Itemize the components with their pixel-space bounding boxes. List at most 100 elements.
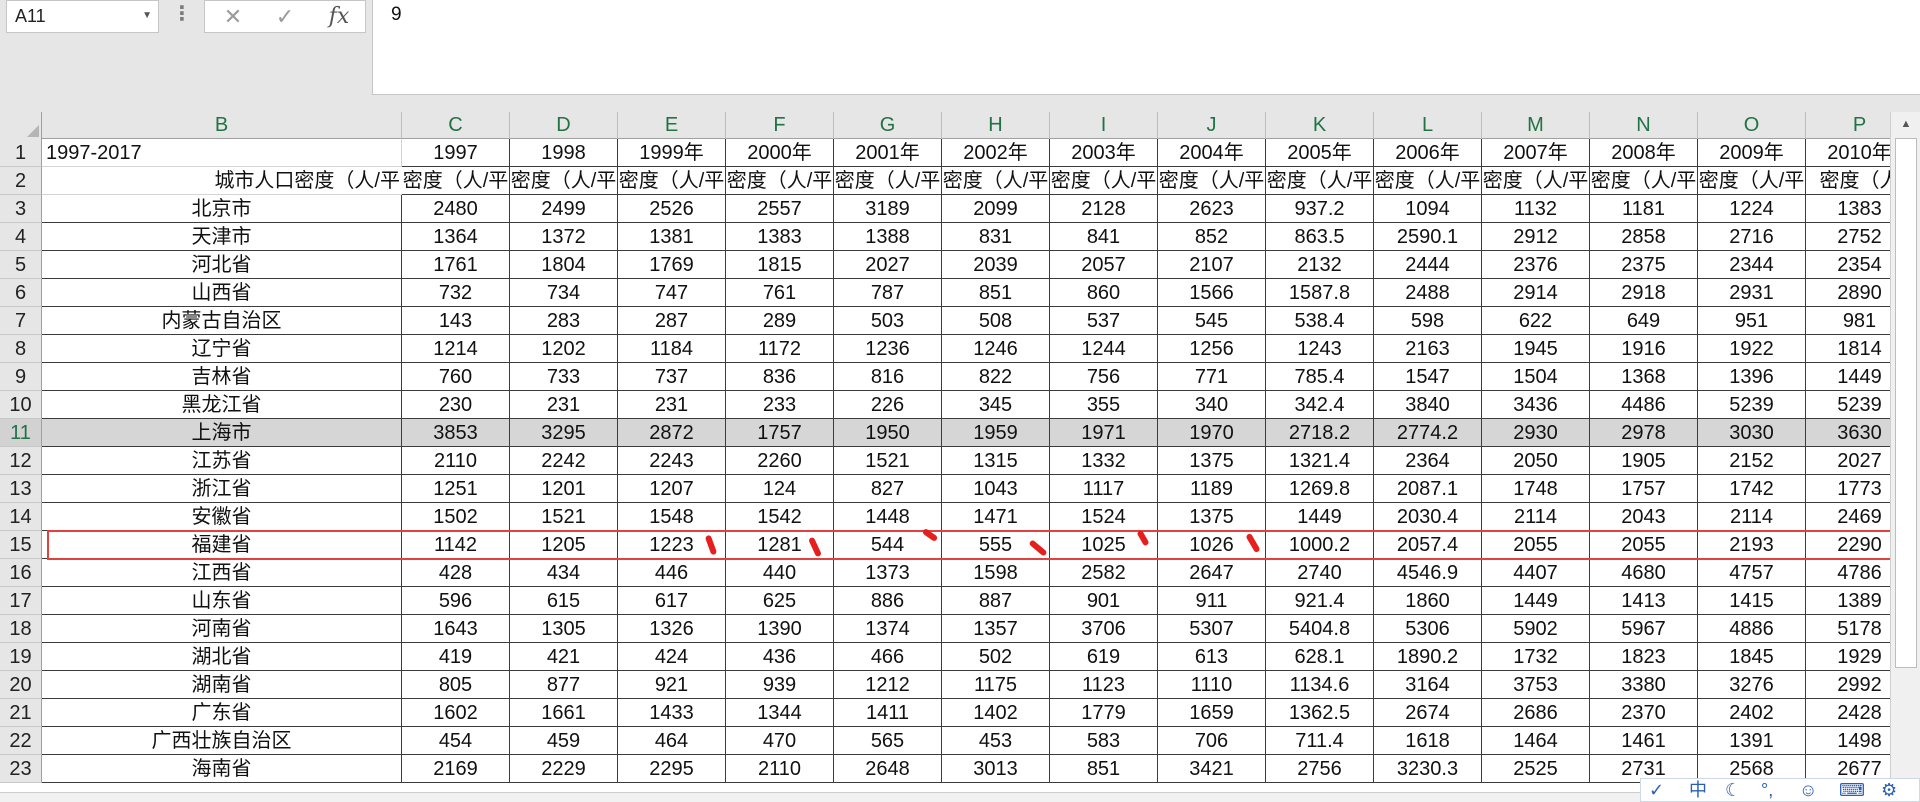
cell-c9[interactable]: 760 bbox=[402, 363, 510, 391]
cell-o15[interactable]: 2193 bbox=[1698, 531, 1806, 559]
cell-m13[interactable]: 1748 bbox=[1482, 475, 1590, 503]
enter-icon[interactable]: ✓ bbox=[271, 4, 299, 30]
cell-d23[interactable]: 2229 bbox=[510, 755, 618, 783]
cell-c19[interactable]: 419 bbox=[402, 643, 510, 671]
cell-d10[interactable]: 231 bbox=[510, 391, 618, 419]
cell-g22[interactable]: 565 bbox=[834, 727, 942, 755]
cell-m16[interactable]: 4407 bbox=[1482, 559, 1590, 587]
ime-keyboard-icon[interactable]: ⌨ bbox=[1839, 779, 1865, 801]
cell-d1[interactable]: 1998 bbox=[510, 139, 618, 167]
cell-d13[interactable]: 1201 bbox=[510, 475, 618, 503]
cell-o12[interactable]: 2152 bbox=[1698, 447, 1806, 475]
cell-e18[interactable]: 1326 bbox=[618, 615, 726, 643]
column-header-d[interactable]: D bbox=[510, 112, 618, 139]
cell-k9[interactable]: 785.4 bbox=[1266, 363, 1374, 391]
row-header-7[interactable]: 7 bbox=[0, 307, 42, 335]
cell-n22[interactable]: 1461 bbox=[1590, 727, 1698, 755]
cell-k8[interactable]: 1243 bbox=[1266, 335, 1374, 363]
cell-i21[interactable]: 1779 bbox=[1050, 699, 1158, 727]
cell-n1[interactable]: 2008年 bbox=[1590, 139, 1698, 167]
cell-l10[interactable]: 3840 bbox=[1374, 391, 1482, 419]
cell-b10[interactable]: 黑龙江省 bbox=[42, 391, 402, 419]
cell-b9[interactable]: 吉林省 bbox=[42, 363, 402, 391]
cell-d11[interactable]: 3295 bbox=[510, 419, 618, 447]
cell-i11[interactable]: 1971 bbox=[1050, 419, 1158, 447]
ime-settings-icon[interactable]: ⚙ bbox=[1881, 779, 1897, 801]
cell-m12[interactable]: 2050 bbox=[1482, 447, 1590, 475]
cell-c15[interactable]: 1142 bbox=[402, 531, 510, 559]
cell-n9[interactable]: 1368 bbox=[1590, 363, 1698, 391]
cell-f19[interactable]: 436 bbox=[726, 643, 834, 671]
cell-g13[interactable]: 827 bbox=[834, 475, 942, 503]
cell-o3[interactable]: 1224 bbox=[1698, 195, 1806, 223]
cell-h6[interactable]: 851 bbox=[942, 279, 1050, 307]
cell-g17[interactable]: 886 bbox=[834, 587, 942, 615]
cell-n4[interactable]: 2858 bbox=[1590, 223, 1698, 251]
cell-i14[interactable]: 1524 bbox=[1050, 503, 1158, 531]
ime-moon-icon[interactable]: ☾ bbox=[1725, 779, 1741, 801]
cell-l2[interactable]: 密度（人/平 bbox=[1374, 167, 1482, 195]
row-header-11[interactable]: 11 bbox=[0, 419, 42, 447]
cell-n12[interactable]: 1905 bbox=[1590, 447, 1698, 475]
cell-f3[interactable]: 2557 bbox=[726, 195, 834, 223]
cell-n18[interactable]: 5967 bbox=[1590, 615, 1698, 643]
cell-i9[interactable]: 756 bbox=[1050, 363, 1158, 391]
cell-d2[interactable]: 密度（人/平 bbox=[510, 167, 618, 195]
cell-o4[interactable]: 2716 bbox=[1698, 223, 1806, 251]
scroll-up-icon[interactable]: ▲ bbox=[1895, 114, 1917, 134]
cell-o17[interactable]: 1415 bbox=[1698, 587, 1806, 615]
cell-g9[interactable]: 816 bbox=[834, 363, 942, 391]
cell-k18[interactable]: 5404.8 bbox=[1266, 615, 1374, 643]
cell-i23[interactable]: 851 bbox=[1050, 755, 1158, 783]
column-header-n[interactable]: N bbox=[1590, 112, 1698, 139]
cell-f4[interactable]: 1383 bbox=[726, 223, 834, 251]
cell-i4[interactable]: 841 bbox=[1050, 223, 1158, 251]
cell-j10[interactable]: 340 bbox=[1158, 391, 1266, 419]
cell-m10[interactable]: 3436 bbox=[1482, 391, 1590, 419]
cell-e23[interactable]: 2295 bbox=[618, 755, 726, 783]
column-header-c[interactable]: C bbox=[402, 112, 510, 139]
cell-d5[interactable]: 1804 bbox=[510, 251, 618, 279]
cell-b15[interactable]: 福建省 bbox=[42, 531, 402, 559]
cell-k2[interactable]: 密度（人/平 bbox=[1266, 167, 1374, 195]
cell-k16[interactable]: 2740 bbox=[1266, 559, 1374, 587]
row-header-19[interactable]: 19 bbox=[0, 643, 42, 671]
cell-b11[interactable]: 上海市 bbox=[42, 419, 402, 447]
cell-l11[interactable]: 2774.2 bbox=[1374, 419, 1482, 447]
cell-d9[interactable]: 733 bbox=[510, 363, 618, 391]
cell-l4[interactable]: 2590.1 bbox=[1374, 223, 1482, 251]
cell-i19[interactable]: 619 bbox=[1050, 643, 1158, 671]
cell-b23[interactable]: 海南省 bbox=[42, 755, 402, 783]
cell-n14[interactable]: 2043 bbox=[1590, 503, 1698, 531]
cell-h10[interactable]: 345 bbox=[942, 391, 1050, 419]
cell-d18[interactable]: 1305 bbox=[510, 615, 618, 643]
cell-f14[interactable]: 1542 bbox=[726, 503, 834, 531]
cell-i7[interactable]: 537 bbox=[1050, 307, 1158, 335]
ime-user-icon[interactable]: ☺ bbox=[1799, 779, 1817, 801]
cell-f23[interactable]: 2110 bbox=[726, 755, 834, 783]
cell-b16[interactable]: 江西省 bbox=[42, 559, 402, 587]
cell-n7[interactable]: 649 bbox=[1590, 307, 1698, 335]
cell-i18[interactable]: 3706 bbox=[1050, 615, 1158, 643]
cell-c7[interactable]: 143 bbox=[402, 307, 510, 335]
cell-i8[interactable]: 1244 bbox=[1050, 335, 1158, 363]
cell-d16[interactable]: 434 bbox=[510, 559, 618, 587]
cell-g7[interactable]: 503 bbox=[834, 307, 942, 335]
cell-g4[interactable]: 1388 bbox=[834, 223, 942, 251]
cell-k12[interactable]: 1321.4 bbox=[1266, 447, 1374, 475]
scroll-thumb[interactable] bbox=[1895, 138, 1917, 668]
cell-j9[interactable]: 771 bbox=[1158, 363, 1266, 391]
cell-d21[interactable]: 1661 bbox=[510, 699, 618, 727]
cell-j6[interactable]: 1566 bbox=[1158, 279, 1266, 307]
cell-g11[interactable]: 1950 bbox=[834, 419, 942, 447]
cell-o13[interactable]: 1742 bbox=[1698, 475, 1806, 503]
cell-m14[interactable]: 2114 bbox=[1482, 503, 1590, 531]
cell-j20[interactable]: 1110 bbox=[1158, 671, 1266, 699]
cell-l18[interactable]: 5306 bbox=[1374, 615, 1482, 643]
insert-function-icon[interactable]: fx bbox=[325, 4, 353, 30]
cell-i13[interactable]: 1117 bbox=[1050, 475, 1158, 503]
cell-c3[interactable]: 2480 bbox=[402, 195, 510, 223]
cell-e19[interactable]: 424 bbox=[618, 643, 726, 671]
cell-b21[interactable]: 广东省 bbox=[42, 699, 402, 727]
cell-o14[interactable]: 2114 bbox=[1698, 503, 1806, 531]
